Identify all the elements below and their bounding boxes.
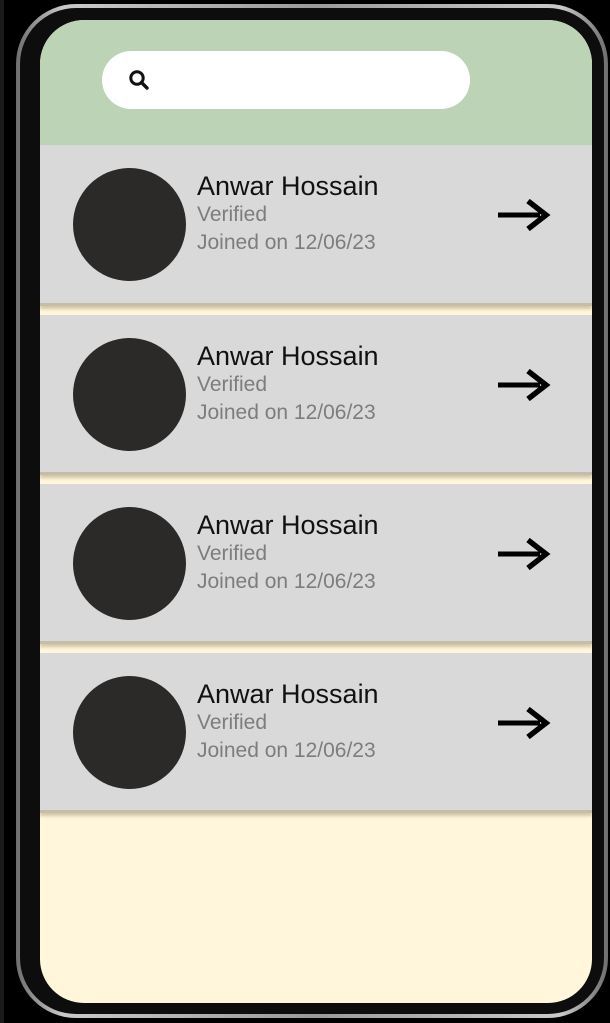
search-bar[interactable]	[102, 51, 470, 109]
user-status: Verified	[197, 203, 268, 226]
user-list: Anwar Hossain Verified Joined on 12/06/2…	[40, 145, 592, 822]
user-joined-date: Joined on 12/06/23	[197, 401, 376, 424]
user-name: Anwar Hossain	[197, 679, 379, 709]
user-row[interactable]: Anwar Hossain Verified Joined on 12/06/2…	[40, 484, 592, 644]
avatar	[73, 168, 186, 281]
user-status: Verified	[197, 711, 268, 734]
open-user-button[interactable]	[494, 532, 556, 576]
user-info: Anwar Hossain Verified Joined on 12/06/2…	[197, 170, 379, 258]
user-info: Anwar Hossain Verified Joined on 12/06/2…	[197, 509, 379, 597]
open-user-button[interactable]	[494, 193, 556, 237]
user-info: Anwar Hossain Verified Joined on 12/06/2…	[197, 340, 379, 428]
arrow-right-icon	[496, 703, 554, 743]
user-row[interactable]: Anwar Hossain Verified Joined on 12/06/2…	[40, 653, 592, 813]
search-input[interactable]	[160, 59, 464, 101]
user-joined-date: Joined on 12/06/23	[197, 739, 376, 762]
arrow-right-icon	[496, 534, 554, 574]
background-edge	[0, 0, 4, 1023]
user-name: Anwar Hossain	[197, 510, 379, 540]
user-info: Anwar Hossain Verified Joined on 12/06/2…	[197, 678, 379, 766]
user-joined-date: Joined on 12/06/23	[197, 231, 376, 254]
arrow-right-icon	[496, 365, 554, 405]
user-joined-date: Joined on 12/06/23	[197, 570, 376, 593]
avatar	[73, 676, 186, 789]
header-bar	[40, 20, 592, 145]
user-status: Verified	[197, 542, 268, 565]
search-icon	[128, 69, 150, 91]
app-screen: Anwar Hossain Verified Joined on 12/06/2…	[40, 20, 592, 1003]
user-status: Verified	[197, 373, 268, 396]
user-name: Anwar Hossain	[197, 171, 379, 201]
open-user-button[interactable]	[494, 701, 556, 745]
arrow-right-icon	[496, 195, 554, 235]
user-name: Anwar Hossain	[197, 341, 379, 371]
user-row[interactable]: Anwar Hossain Verified Joined on 12/06/2…	[40, 315, 592, 475]
avatar	[73, 338, 186, 451]
open-user-button[interactable]	[494, 363, 556, 407]
avatar	[73, 507, 186, 620]
user-row[interactable]: Anwar Hossain Verified Joined on 12/06/2…	[40, 145, 592, 306]
